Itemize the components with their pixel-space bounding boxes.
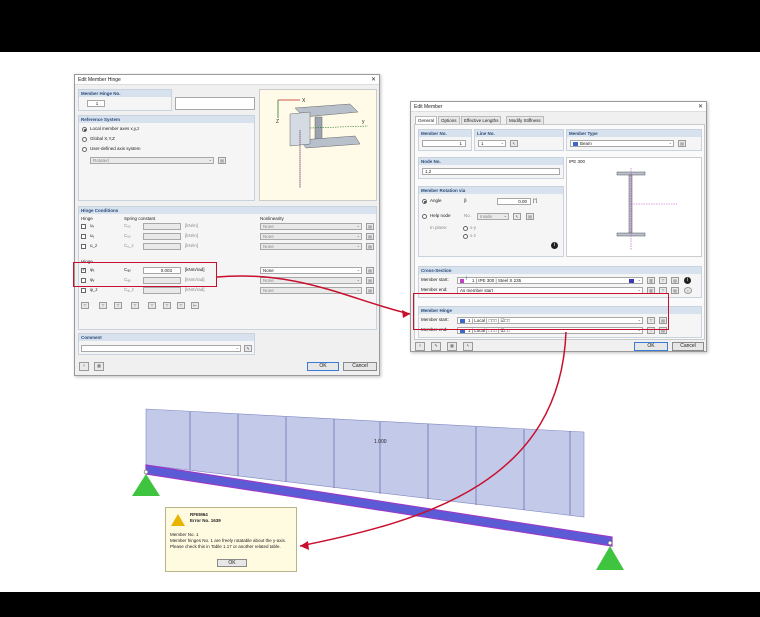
error-ok-button[interactable]: OK [217, 559, 247, 567]
right-support [596, 546, 624, 570]
model-view: 1.000 [132, 275, 624, 570]
error-message-box: RFEM64 Error No. 1639 Member No. 1 Membe… [165, 507, 297, 572]
left-support [132, 474, 160, 496]
error-number: Error No. 1639 [190, 518, 221, 523]
warning-icon [171, 514, 185, 526]
arrow-hinge-to-member [216, 275, 411, 315]
load-value-label: 1.000 [374, 439, 387, 445]
error-message-2: Please check this in Table 1.17 or anoth… [170, 544, 281, 549]
